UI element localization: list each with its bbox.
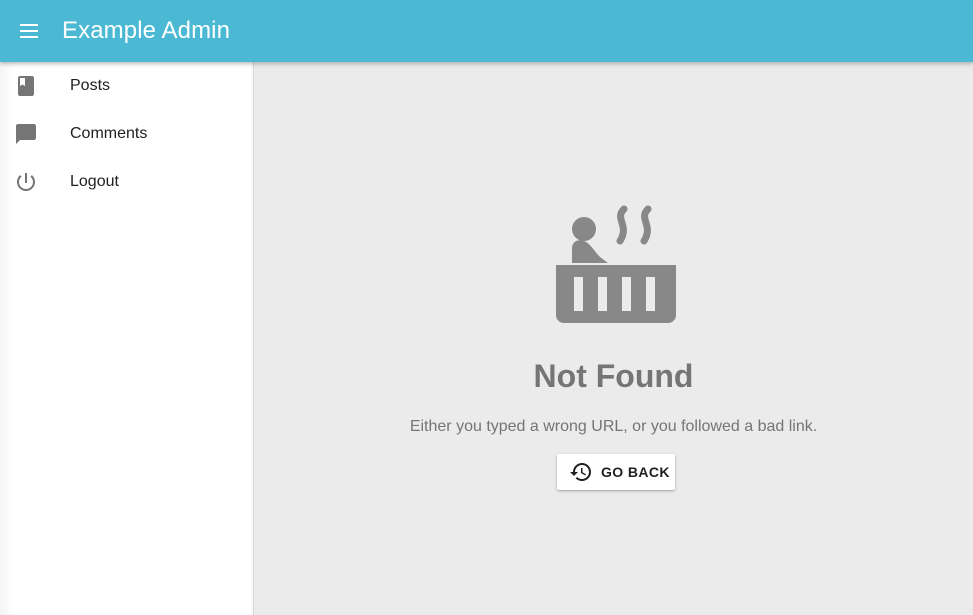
sidebar-item-label: Posts [70, 77, 111, 94]
app-bar: Example Admin [0, 0, 973, 62]
sidebar-item-logout[interactable]: Logout [0, 158, 253, 206]
not-found-message: Either you typed a wrong URL, or you fol… [409, 418, 818, 435]
history-icon [569, 460, 593, 484]
hot-tub-icon [556, 205, 676, 323]
sidebar-item-posts[interactable]: Posts [0, 62, 253, 110]
book-icon [14, 74, 38, 98]
menu-button[interactable] [16, 17, 44, 45]
sidebar-item-comments[interactable]: Comments [0, 110, 253, 158]
go-back-button[interactable]: GO BACK [557, 454, 675, 490]
sidebar-item-label: Logout [70, 173, 119, 190]
go-back-label: GO BACK [601, 464, 670, 480]
not-found-title: Not Found [533, 358, 694, 394]
menu-icon [20, 24, 38, 38]
main-content: Not Found Either you typed a wrong URL, … [254, 62, 973, 615]
chat-bubble-icon [14, 122, 38, 146]
sidebar: Posts Comments Logout [0, 62, 254, 615]
power-icon [14, 170, 38, 194]
app-title: Example Admin [62, 17, 231, 44]
sidebar-item-label: Comments [70, 125, 148, 142]
